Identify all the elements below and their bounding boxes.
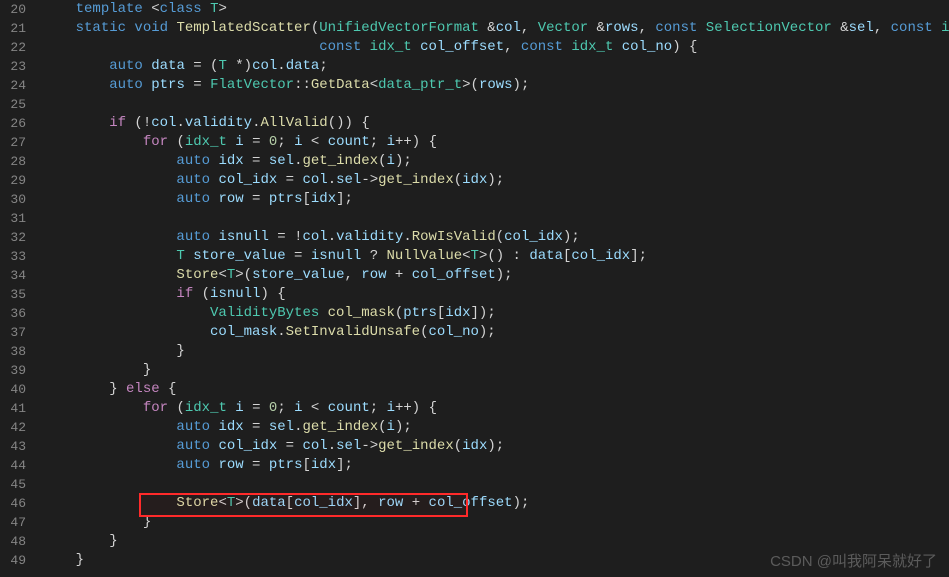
code-line[interactable]: static void TemplatedScatter(UnifiedVect… bbox=[42, 19, 949, 38]
line-number: 29 bbox=[0, 171, 40, 190]
line-number: 30 bbox=[0, 190, 40, 209]
line-number: 25 bbox=[0, 95, 40, 114]
code-line[interactable]: T store_value = isnull ? NullValue<T>() … bbox=[42, 247, 949, 266]
line-number: 36 bbox=[0, 304, 40, 323]
line-number: 33 bbox=[0, 247, 40, 266]
line-number: 20 bbox=[0, 0, 40, 19]
line-number: 34 bbox=[0, 266, 40, 285]
line-number: 47 bbox=[0, 513, 40, 532]
code-line[interactable]: const idx_t col_offset, const idx_t col_… bbox=[42, 38, 949, 57]
code-line[interactable]: } bbox=[42, 361, 949, 380]
line-number-gutter: 2021222324252627282930313233343536373839… bbox=[0, 0, 40, 577]
line-number: 44 bbox=[0, 456, 40, 475]
line-number: 23 bbox=[0, 57, 40, 76]
line-number: 35 bbox=[0, 285, 40, 304]
code-line[interactable]: auto isnull = !col.validity.RowIsValid(c… bbox=[42, 228, 949, 247]
code-line[interactable]: for (idx_t i = 0; i < count; i++) { bbox=[42, 133, 949, 152]
line-number: 42 bbox=[0, 418, 40, 437]
code-line[interactable]: if (!col.validity.AllValid()) { bbox=[42, 114, 949, 133]
code-line[interactable]: } bbox=[42, 342, 949, 361]
code-line[interactable]: template <class T> bbox=[42, 0, 949, 19]
code-line[interactable]: col_mask.SetInvalidUnsafe(col_no); bbox=[42, 323, 949, 342]
line-number: 45 bbox=[0, 475, 40, 494]
code-line[interactable] bbox=[42, 209, 949, 228]
code-line[interactable] bbox=[42, 95, 949, 114]
line-number: 22 bbox=[0, 38, 40, 57]
line-number: 28 bbox=[0, 152, 40, 171]
code-line[interactable]: auto col_idx = col.sel->get_index(idx); bbox=[42, 171, 949, 190]
code-line[interactable]: auto data = (T *)col.data; bbox=[42, 57, 949, 76]
code-editor[interactable]: 2021222324252627282930313233343536373839… bbox=[0, 0, 949, 577]
code-line[interactable]: } bbox=[42, 513, 949, 532]
code-line[interactable]: if (isnull) { bbox=[42, 285, 949, 304]
line-number: 48 bbox=[0, 532, 40, 551]
line-number: 41 bbox=[0, 399, 40, 418]
code-area[interactable]: template <class T> static void Templated… bbox=[42, 0, 949, 577]
line-number: 24 bbox=[0, 76, 40, 95]
line-number: 49 bbox=[0, 551, 40, 570]
code-line[interactable]: } bbox=[42, 551, 949, 570]
code-line[interactable]: ValidityBytes col_mask(ptrs[idx]); bbox=[42, 304, 949, 323]
line-number: 21 bbox=[0, 19, 40, 38]
code-line[interactable]: } else { bbox=[42, 380, 949, 399]
line-number: 38 bbox=[0, 342, 40, 361]
line-number: 32 bbox=[0, 228, 40, 247]
line-number: 37 bbox=[0, 323, 40, 342]
code-line[interactable]: Store<T>(data[col_idx], row + col_offset… bbox=[42, 494, 949, 513]
code-line[interactable]: auto ptrs = FlatVector::GetData<data_ptr… bbox=[42, 76, 949, 95]
code-line[interactable]: } bbox=[42, 532, 949, 551]
line-number: 31 bbox=[0, 209, 40, 228]
line-number: 46 bbox=[0, 494, 40, 513]
code-line[interactable]: for (idx_t i = 0; i < count; i++) { bbox=[42, 399, 949, 418]
line-number: 27 bbox=[0, 133, 40, 152]
code-line[interactable]: auto idx = sel.get_index(i); bbox=[42, 152, 949, 171]
code-line[interactable] bbox=[42, 475, 949, 494]
code-line[interactable]: auto idx = sel.get_index(i); bbox=[42, 418, 949, 437]
code-line[interactable]: auto row = ptrs[idx]; bbox=[42, 456, 949, 475]
code-line[interactable]: auto row = ptrs[idx]; bbox=[42, 190, 949, 209]
line-number: 43 bbox=[0, 437, 40, 456]
line-number: 40 bbox=[0, 380, 40, 399]
line-number: 26 bbox=[0, 114, 40, 133]
code-line[interactable]: Store<T>(store_value, row + col_offset); bbox=[42, 266, 949, 285]
code-line[interactable]: auto col_idx = col.sel->get_index(idx); bbox=[42, 437, 949, 456]
line-number: 39 bbox=[0, 361, 40, 380]
